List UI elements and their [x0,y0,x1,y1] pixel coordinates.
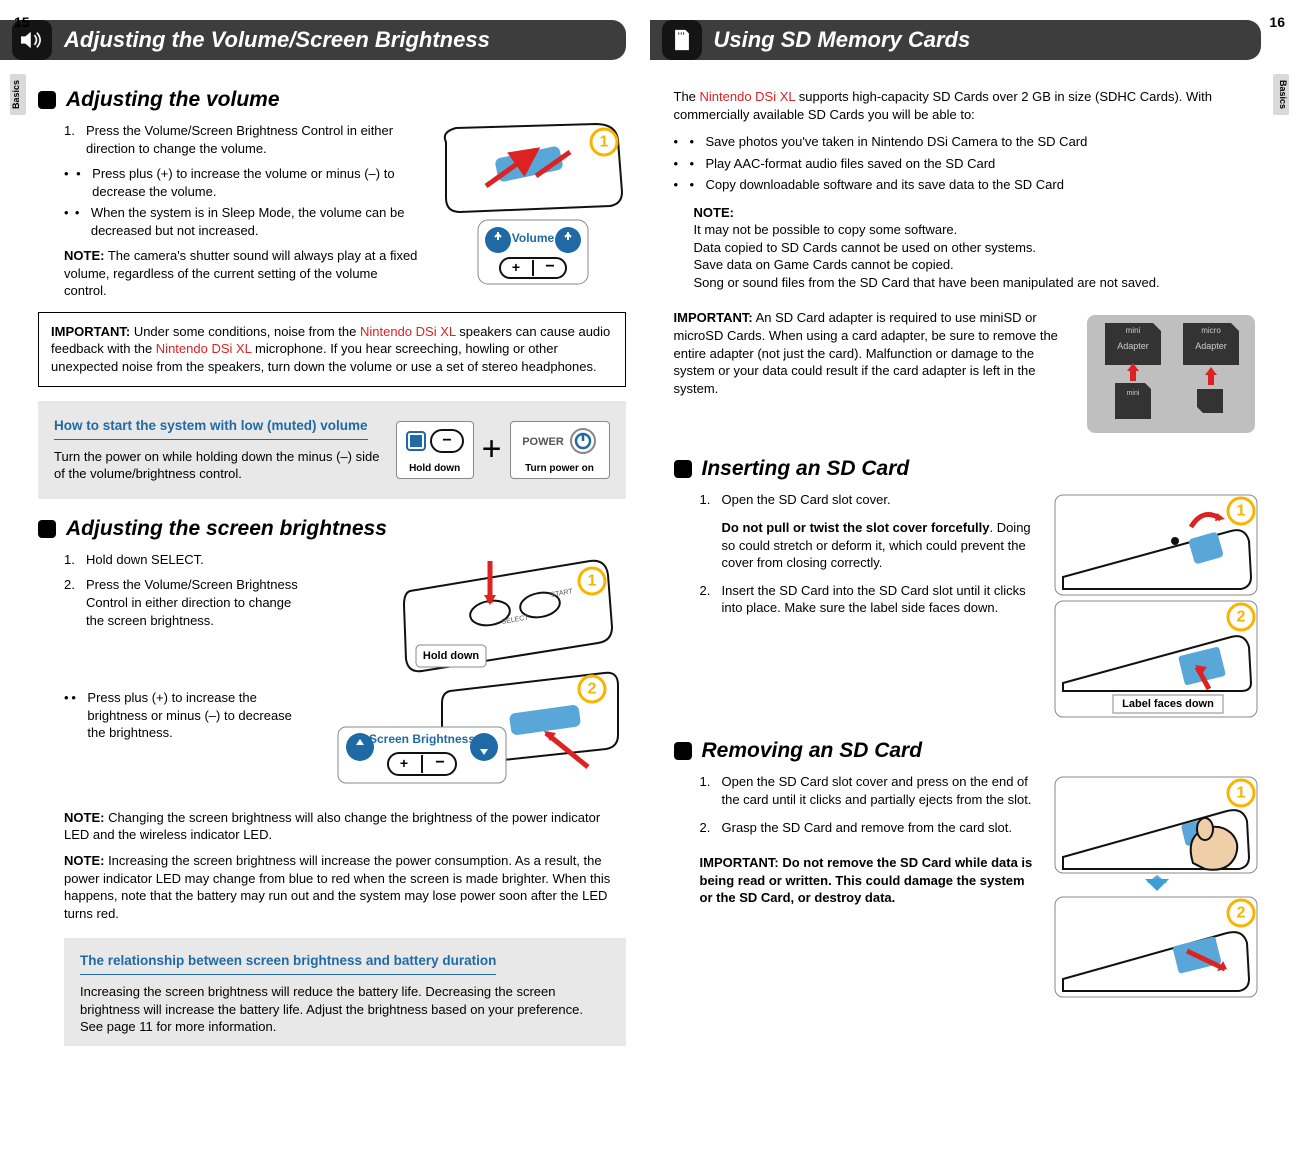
power-label: POWER [522,436,564,448]
brightness-step-1: Hold down SELECT. [86,551,204,569]
removing-text: 1.Open the SD Card slot cover and press … [700,773,1036,1003]
removing-illustration: 1 2 [1051,773,1261,1003]
sd-card-icon [662,20,702,60]
adapter-illustration: mini Adapter mini micro Adapter [1081,309,1261,439]
volume-row: 1.Press the Volume/Screen Brightness Con… [38,122,626,300]
volume-illustration: 1 Volume + − [436,122,626,292]
muted-volume-box: How to start the system with low (muted)… [38,401,626,499]
heading-adjusting-brightness: Adjusting the screen brightness [66,517,387,541]
adapter-important: IMPORTANT: An SD Card adapter is require… [674,309,1066,439]
heading-removing-sd: Removing an SD Card [702,739,923,763]
page-left: 15 Basics Adjusting the Volume/Screen Br… [0,0,650,1163]
brightness-label: Screen Brightness [369,732,475,746]
section-adjusting-brightness: Adjusting the screen brightness [38,517,626,541]
svg-text:2: 2 [1237,905,1246,922]
bullet-square-icon [674,460,692,478]
tab-basics-left: Basics [10,74,26,115]
svg-text:+: + [511,259,519,275]
tab-basics-right: Basics [1273,74,1289,115]
volume-step-1: Press the Volume/Screen Brightness Contr… [86,122,420,157]
svg-text:−: − [545,258,554,275]
section-inserting-sd: Inserting an SD Card [674,457,1262,481]
sd-intro-bullet-1: Save photos you've taken in Nintendo DSi… [706,133,1088,151]
svg-text:mini: mini [1127,390,1140,397]
bullet-square-icon [38,520,56,538]
turn-power-on-frame: POWER Turn power on [510,421,610,479]
insert-step-2: Insert the SD Card into the SD Card slot… [722,582,1036,617]
svg-text:1: 1 [1237,785,1246,802]
volume-bullet-1: Press plus (+) to increase the volume or… [92,165,419,200]
section-adjusting-volume: Adjusting the volume [38,88,626,112]
svg-text:+: + [400,755,408,771]
svg-text:2: 2 [1237,609,1246,626]
bullet-square-icon [674,742,692,760]
adapter-label-mini: Adapter [1117,341,1149,351]
heading-adjusting-volume: Adjusting the volume [66,88,280,112]
volume-label: Volume [511,231,554,245]
battery-duration-heading: The relationship between screen brightne… [80,952,496,975]
page-right: 16 Basics Using SD Memory Cards The Nint… [650,0,1299,1163]
brightness-text: 1.Hold down SELECT. 2.Press the Volume/S… [64,551,304,791]
svg-text:−: − [435,754,444,771]
bullet-square-icon [38,91,56,109]
page-number-right: 16 [1269,14,1285,30]
svg-text:−: − [442,432,451,449]
svg-text:2: 2 [588,680,597,697]
muted-volume-diagram: − Hold down + POWER Turn power on [396,421,610,479]
brightness-notes: NOTE: Changing the screen brightness wil… [64,809,626,922]
volume-text: 1.Press the Volume/Screen Brightness Con… [64,122,420,300]
svg-text:micro: micro [1201,326,1221,335]
title-bar-volume: Adjusting the Volume/Screen Brightness [0,20,626,60]
volume-note: NOTE: The camera's shutter sound will al… [64,247,420,300]
title-text-right: Using SD Memory Cards [714,27,971,53]
title-text-left: Adjusting the Volume/Screen Brightness [64,27,490,53]
title-bar-sd: Using SD Memory Cards [650,20,1262,60]
volume-bullet-2: When the system is in Sleep Mode, the vo… [91,204,420,239]
hold-down-frame: − Hold down [396,421,474,479]
remove-step-1: Open the SD Card slot cover and press on… [722,773,1036,808]
inserting-row: 1. Open the SD Card slot cover. Do not p… [674,491,1262,721]
insert-step-1: Open the SD Card slot cover. [722,491,1036,509]
remove-step-2: Grasp the SD Card and remove from the ca… [722,819,1012,837]
svg-text:1: 1 [1237,503,1246,520]
plus-icon: + [482,427,502,473]
svg-text:1: 1 [599,134,608,151]
sd-intro: The Nintendo DSi XL supports high-capaci… [674,88,1262,291]
heading-inserting-sd: Inserting an SD Card [702,457,910,481]
muted-volume-heading: How to start the system with low (muted)… [54,417,368,440]
svg-text:mini: mini [1126,326,1141,335]
svg-text:1: 1 [588,572,597,589]
section-removing-sd: Removing an SD Card [674,739,1262,763]
battery-duration-box: The relationship between screen brightne… [64,938,626,1046]
hold-down-label: Hold down [423,650,479,662]
brightness-illustration: START SELECT 1 Hold down 2 Screen Bright… [320,551,620,791]
brightness-step-2: Press the Volume/Screen Brightness Contr… [86,576,304,629]
sd-note-2: Data copied to SD Cards cannot be used o… [694,239,1262,257]
sd-intro-bullet-2: Play AAC-format audio files saved on the… [706,155,996,173]
sd-intro-bullet-3: Copy downloadable software and its save … [706,176,1064,194]
battery-duration-text: Increasing the screen brightness will re… [80,983,610,1036]
label-faces-down: Label faces down [1122,698,1214,710]
removing-row: 1.Open the SD Card slot cover and press … [674,773,1262,1003]
adapter-label-micro: Adapter [1195,341,1227,351]
brightness-bullet-1: Press plus (+) to increase the brightnes… [87,689,304,742]
sd-note-1: It may not be possible to copy some soft… [694,221,1262,239]
remove-important: IMPORTANT: Do not remove the SD Card whi… [700,854,1036,907]
muted-volume-text: Turn the power on while holding down the… [54,448,382,483]
sd-note-3: Save data on Game Cards cannot be copied… [694,256,1262,274]
important-audio-feedback: IMPORTANT: Under some conditions, noise … [38,312,626,387]
page-number-left: 15 [14,14,30,30]
brightness-row: 1.Hold down SELECT. 2.Press the Volume/S… [38,551,626,791]
inserting-text: 1. Open the SD Card slot cover. Do not p… [700,491,1036,721]
adapter-row: IMPORTANT: An SD Card adapter is require… [674,309,1262,439]
sd-note-4: Song or sound files from the SD Card tha… [694,274,1262,292]
inserting-illustration: 1 2 Label faces down [1051,491,1261,721]
